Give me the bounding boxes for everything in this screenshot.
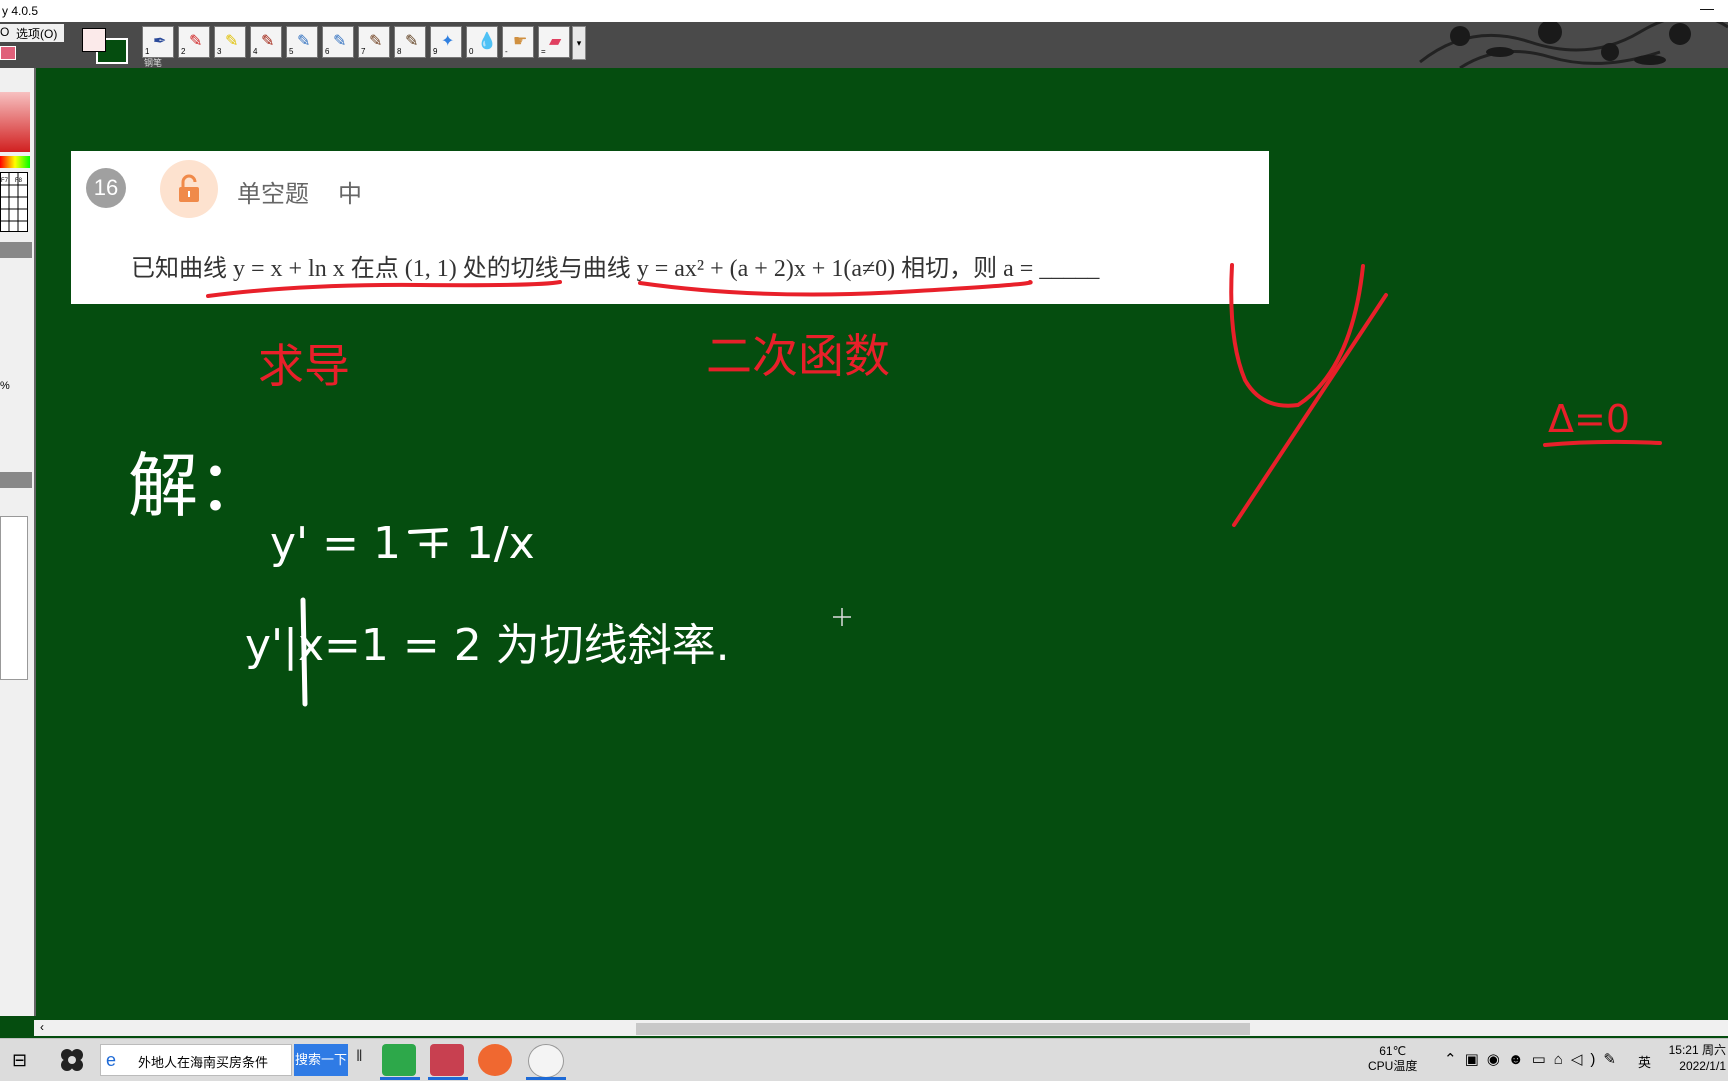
start-icon[interactable] [58,1046,86,1074]
tool-key: 4 [253,47,258,56]
task-view-icon[interactable]: ⊟ [12,1050,27,1071]
taskbar-separator: ‖ [356,1048,363,1065]
note-derivative: 求导 [258,339,350,393]
hue-slider[interactable] [0,156,30,168]
solution-label: 解： [128,445,268,527]
slope-line: y'|x=1 = 2 为切线斜率. [245,620,730,671]
tool-key: 3 [217,47,222,56]
tangent-line-sketch [1232,293,1388,527]
clock-date: 2022/1/1 [1679,1059,1726,1073]
question-number: 16 [86,168,126,208]
tool-brush-5[interactable]: ✎ 5 [286,26,318,58]
question-difficulty: 中 [338,181,362,208]
crosshair-cursor-icon [833,608,851,626]
tool-key: 8 [397,47,402,56]
hand-icon: ☛ [513,33,528,50]
input-language[interactable]: 英 [1638,1052,1651,1071]
brush-icon: ✎ [297,33,311,50]
note-delta: Δ=0 [1548,397,1630,441]
drop-icon: 💧 [477,33,497,50]
search-query-text[interactable]: 外地人在海南买房条件 [138,1052,268,1071]
title-bar: y 4.0.5 — [0,0,1728,22]
grid-label-f8: F8 [15,178,23,184]
foreground-color-swatch[interactable] [82,28,106,52]
grid-lines: F7 F8 [1,173,27,231]
drawing-app-icon[interactable] [430,1044,464,1076]
tool-key: 7 [361,47,366,56]
tool-brush-7[interactable]: ✎ 7 [358,26,390,58]
record-button[interactable] [0,46,16,60]
tool-key: 0 [469,47,474,56]
grid-label-f7: F7 [1,178,9,184]
unlock-icon [179,174,199,202]
brush-icon: ✎ [369,33,383,50]
clock-time: 15:21 周六 [1668,1043,1726,1057]
search-button[interactable]: 搜索一下 [294,1044,348,1076]
tool-hand[interactable]: ☛ - [502,26,534,58]
spray-icon: ✦ [441,33,455,50]
tool-brush-6[interactable]: ✎ 6 [322,26,354,58]
scroll-left-arrow-icon[interactable]: ‹ [40,1020,44,1034]
tool-eraser[interactable]: ▰ = [538,26,570,58]
evaluation-bar [300,597,308,707]
system-tray[interactable]: ⌃▣◉☻▭⌂◁)✎ [1444,1050,1624,1068]
panel-header [0,242,32,258]
school-app-icon[interactable] [528,1044,564,1078]
delta-underline [1543,439,1662,447]
panel-header [0,472,32,488]
tool-brush-8[interactable]: ✎ 8 [394,26,426,58]
tool-key: 1 [145,47,150,56]
browser-app-icon[interactable] [382,1044,416,1076]
tool-key: = [541,47,546,56]
marker-icon: ✎ [261,33,275,50]
highlighter-icon: ✎ [225,33,239,50]
panel-list-scroll[interactable] [0,516,28,680]
color-grid[interactable]: F7 F8 [0,172,28,232]
temp-value: 61℃ [1379,1044,1407,1058]
clock[interactable]: 15:21 周六 2022/1/1 [1664,1042,1726,1074]
note-quadratic: 二次函数 [706,329,890,383]
floral-ornament [1419,22,1728,68]
tool-key: 6 [325,47,330,56]
browser-icon: e [106,1050,117,1070]
scrollbar-thumb[interactable] [636,1023,1250,1035]
minimize-button[interactable]: — [1700,0,1714,16]
eraser-icon: ▰ [549,33,562,50]
temp-label: CPU温度 [1368,1059,1418,1073]
question-text: 已知曲线 y = x + ln x 在点 (1, 1) 处的切线与曲线 y = … [131,256,1100,282]
tool-pen[interactable]: ✒ 1 [142,26,174,58]
tool-drop[interactable]: 💧 0 [466,26,498,58]
red-pen-icon: ✎ [189,33,203,50]
tool-key: 2 [181,47,186,56]
tool-marker[interactable]: ✎ 4 [250,26,282,58]
tool-spray[interactable]: ✦ 9 [430,26,462,58]
tool-key: - [505,47,508,56]
menu-bar: O 选项(O) [0,24,64,42]
brush-icon: ✎ [405,33,419,50]
pen-icon: ✒ [153,33,167,50]
tool-key: 5 [289,47,294,56]
brush-icon: ✎ [333,33,347,50]
tool-highlighter[interactable]: ✎ 3 [214,26,246,58]
cpu-temperature: 61℃ CPU温度 [1368,1044,1417,1074]
tools-dropdown-button[interactable]: ▾ [572,26,586,60]
opacity-percent: % [0,380,10,392]
window-title: y 4.0.5 [2,4,39,18]
fraction-bar [408,528,448,534]
media-app-icon[interactable] [478,1044,512,1076]
tool-key: 9 [433,47,438,56]
menu-item-options[interactable]: 选项(O) [16,25,57,42]
tool-red-pen[interactable]: ✎ 2 [178,26,210,58]
question-type: 单空题 [237,181,309,208]
derivative-line: y' = 1 + 1/x [270,518,535,569]
color-picker[interactable] [0,92,30,152]
menu-item-o[interactable]: O [0,25,9,39]
